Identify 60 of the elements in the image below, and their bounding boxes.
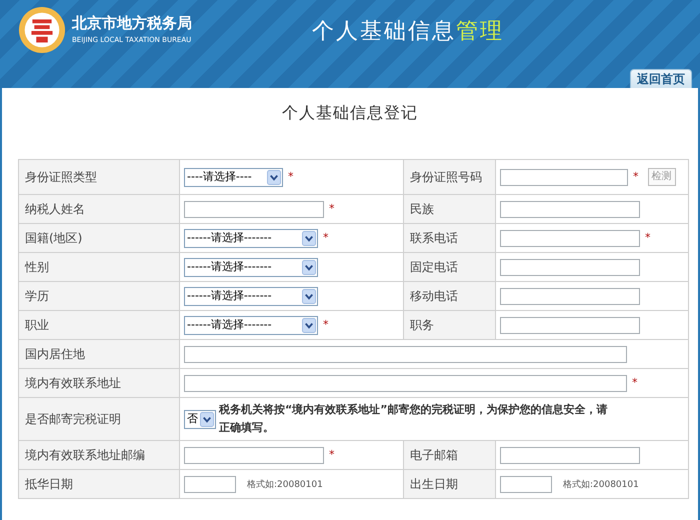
required-mark: *	[323, 319, 328, 331]
input-field[interactable]	[500, 230, 640, 246]
input-field[interactable]	[184, 200, 324, 218]
required-mark: *	[323, 232, 328, 244]
field-label: 境内有效联系地址邮编	[18, 440, 180, 470]
input-field[interactable]	[500, 316, 640, 334]
input-field[interactable]	[500, 200, 640, 218]
notice-text: 税务机关将按“境内有效联系地址”邮寄您的完税证明，为保护您的信息安全，请正确填写。	[219, 402, 608, 436]
field-label: 职业	[18, 310, 180, 340]
required-mark: *	[632, 377, 638, 389]
input-field[interactable]	[184, 476, 236, 492]
field-label: 电子邮箱	[404, 440, 496, 470]
required-mark: *	[645, 232, 650, 244]
dropdown[interactable]: ------请选择-------	[184, 286, 318, 306]
required-mark: *	[288, 171, 294, 183]
field-label: 性别	[18, 252, 180, 282]
field-label: 抵华日期	[18, 470, 180, 498]
caret-icon	[302, 318, 316, 332]
emblem-logo	[18, 6, 66, 54]
caret-icon	[302, 260, 316, 274]
field-label: 国内居住地	[18, 340, 180, 368]
caret-icon	[267, 170, 281, 184]
required-mark: *	[633, 171, 638, 183]
org-name: 北京市地方税务局	[72, 14, 193, 32]
field-label: 学历	[18, 282, 180, 310]
field-label: 国籍(地区)	[18, 224, 180, 252]
field-label: 出生日期	[404, 470, 496, 498]
form-title: 个人基础信息登记	[282, 103, 418, 123]
back-home-tab[interactable]: 返回首页	[630, 69, 692, 88]
field-label: 境内有效联系地址	[18, 368, 180, 398]
field-label: 身份证照号码	[404, 160, 496, 194]
dropdown[interactable]: 否	[184, 410, 216, 428]
field-label: 职务	[404, 310, 496, 340]
field-label: 固定电话	[404, 252, 496, 282]
field-label: 联系电话	[404, 224, 496, 252]
input-field[interactable]	[184, 346, 627, 362]
input-field[interactable]	[500, 168, 628, 186]
dropdown[interactable]: ------请选择-------	[184, 316, 318, 334]
dropdown[interactable]: ----请选择----	[184, 168, 283, 186]
caret-icon	[200, 412, 214, 426]
page-heading: 个人基础信息管理	[312, 18, 504, 46]
required-mark: *	[329, 449, 334, 461]
input-field[interactable]	[500, 258, 640, 276]
field-label: 是否邮寄完税证明	[18, 398, 180, 440]
input-field[interactable]	[184, 446, 324, 464]
caret-icon	[302, 288, 316, 304]
dropdown[interactable]: ------请选择-------	[184, 258, 318, 276]
field-label: 民族	[404, 194, 496, 224]
input-field[interactable]	[500, 288, 640, 304]
required-mark: *	[329, 203, 334, 215]
input-field[interactable]	[184, 374, 627, 392]
input-field[interactable]	[500, 446, 640, 464]
caret-icon	[302, 230, 316, 246]
field-label: 身份证照类型	[18, 160, 180, 194]
input-field[interactable]	[500, 476, 552, 492]
field-label: 纳税人姓名	[18, 194, 180, 224]
field-label: 移动电话	[404, 282, 496, 310]
dropdown[interactable]: ------请选择-------	[184, 228, 318, 248]
format-hint: 格式如:20080101	[563, 478, 639, 490]
format-hint: 格式如:20080101	[247, 478, 323, 490]
